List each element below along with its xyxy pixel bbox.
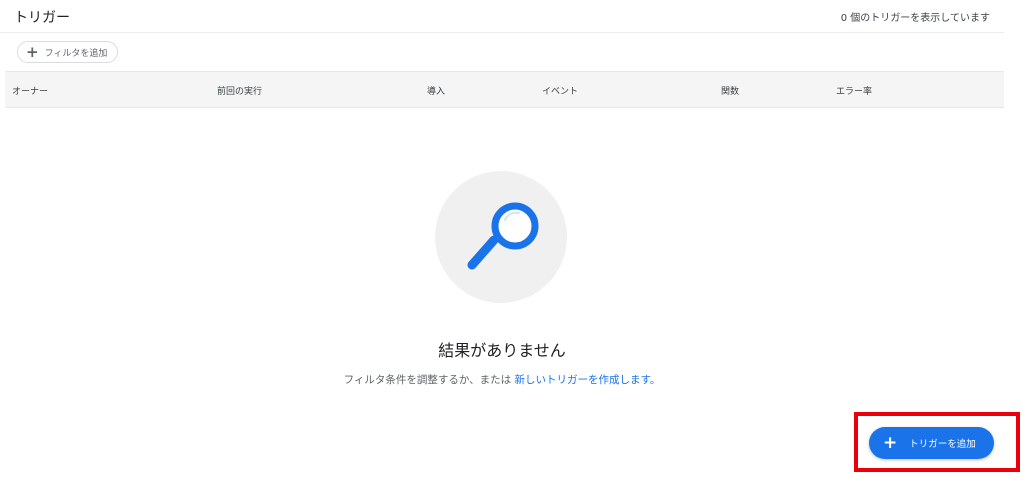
- column-deployment[interactable]: 導入: [427, 84, 445, 97]
- add-trigger-label: トリガーを追加: [909, 439, 976, 450]
- add-filter-button[interactable]: + フィルタを追加: [17, 41, 119, 63]
- trigger-count: 0 個のトリガーを表示しています: [840, 13, 990, 24]
- empty-state-illustration: [435, 171, 567, 303]
- add-filter-label: フィルタを追加: [44, 48, 108, 59]
- page-title: トリガー: [14, 10, 70, 26]
- plus-icon: +: [883, 432, 898, 453]
- plus-icon: +: [26, 42, 39, 61]
- column-event[interactable]: イベント: [542, 84, 578, 97]
- search-icon: [467, 202, 539, 270]
- page-header: トリガー 0 個のトリガーを表示しています: [0, 0, 1004, 33]
- column-owner[interactable]: オーナー: [12, 84, 48, 97]
- column-function[interactable]: 関数: [721, 84, 739, 97]
- triggers-page: トリガー 0 個のトリガーを表示しています + フィルタを追加 オーナー 前回の…: [0, 0, 1024, 477]
- add-trigger-button[interactable]: + トリガーを追加: [869, 427, 994, 459]
- empty-state-description: フィルタ条件を調整するか、または 新しいトリガーを作成します。: [0, 372, 1004, 387]
- empty-state-title: 結果がありません: [438, 341, 566, 360]
- column-error-rate[interactable]: エラー率: [836, 84, 872, 97]
- table-header: オーナー 前回の実行 導入 イベント 関数 エラー率: [5, 71, 1004, 108]
- column-last-run[interactable]: 前回の実行: [217, 84, 262, 97]
- empty-state-description-text: フィルタ条件を調整するか、または: [343, 374, 515, 386]
- create-trigger-link[interactable]: 新しいトリガーを作成します。: [514, 374, 660, 386]
